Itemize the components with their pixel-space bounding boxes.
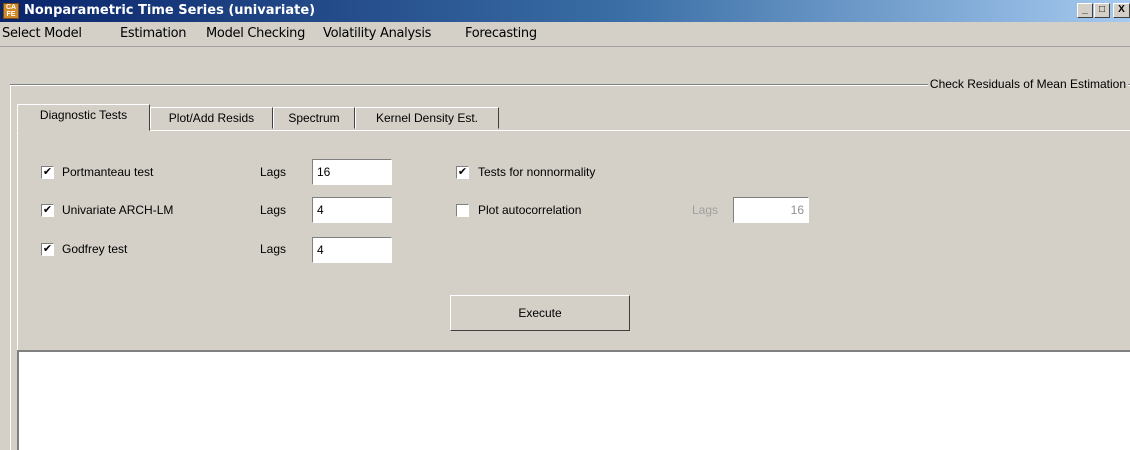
autocorrelation-checkbox[interactable] bbox=[456, 204, 469, 217]
arch-lm-label: Univariate ARCH-LM bbox=[62, 203, 174, 217]
portmanteau-checkbox[interactable]: ✔ bbox=[41, 166, 54, 179]
portmanteau-lags-label: Lags bbox=[260, 165, 287, 179]
execute-button[interactable]: Execute bbox=[450, 295, 630, 331]
menu-bar: Select Model Estimation Model Checking V… bbox=[0, 22, 1130, 47]
godfrey-lags-label: Lags bbox=[260, 242, 287, 256]
output-area[interactable] bbox=[17, 350, 1130, 450]
tab-diagnostic-tests[interactable]: Diagnostic Tests bbox=[17, 104, 150, 131]
godfrey-label: Godfrey test bbox=[62, 242, 128, 256]
menu-forecasting[interactable]: Forecasting bbox=[465, 26, 537, 41]
portmanteau-lags-input[interactable] bbox=[312, 159, 392, 185]
menu-volatility-analysis[interactable]: Volatility Analysis bbox=[323, 26, 431, 41]
minimize-button[interactable]: _ bbox=[1077, 3, 1093, 18]
arch-lm-lags-label: Lags bbox=[260, 203, 287, 217]
tab-spectrum[interactable]: Spectrum bbox=[273, 107, 355, 129]
autocorrelation-label: Plot autocorrelation bbox=[478, 203, 582, 217]
menu-estimation[interactable]: Estimation bbox=[120, 26, 187, 41]
nonnormality-checkbox[interactable]: ✔ bbox=[456, 166, 469, 179]
tab-kernel-density-est[interactable]: Kernel Density Est. bbox=[355, 107, 499, 129]
window-title: Nonparametric Time Series (univariate) bbox=[24, 3, 316, 18]
close-button[interactable]: X bbox=[1113, 3, 1130, 18]
autocorrelation-lags-input bbox=[733, 197, 809, 223]
title-bar[interactable]: CA FE Nonparametric Time Series (univaria… bbox=[0, 0, 1130, 22]
arch-lm-checkbox[interactable]: ✔ bbox=[41, 204, 54, 217]
portmanteau-label: Portmanteau test bbox=[62, 165, 154, 179]
autocorrelation-lags-label: Lags bbox=[692, 203, 719, 217]
godfrey-lags-input[interactable] bbox=[312, 237, 392, 263]
menu-model-checking[interactable]: Model Checking bbox=[206, 26, 305, 41]
godfrey-checkbox[interactable]: ✔ bbox=[41, 243, 54, 256]
tab-plot-add-resids[interactable]: Plot/Add Resids bbox=[150, 107, 273, 129]
menu-select-model[interactable]: Select Model bbox=[2, 26, 82, 41]
arch-lm-lags-input[interactable] bbox=[312, 197, 392, 223]
nonnormality-label: Tests for nonnormality bbox=[478, 165, 596, 179]
app-icon: CA FE bbox=[3, 3, 19, 19]
maximize-button[interactable]: □ bbox=[1094, 3, 1110, 18]
